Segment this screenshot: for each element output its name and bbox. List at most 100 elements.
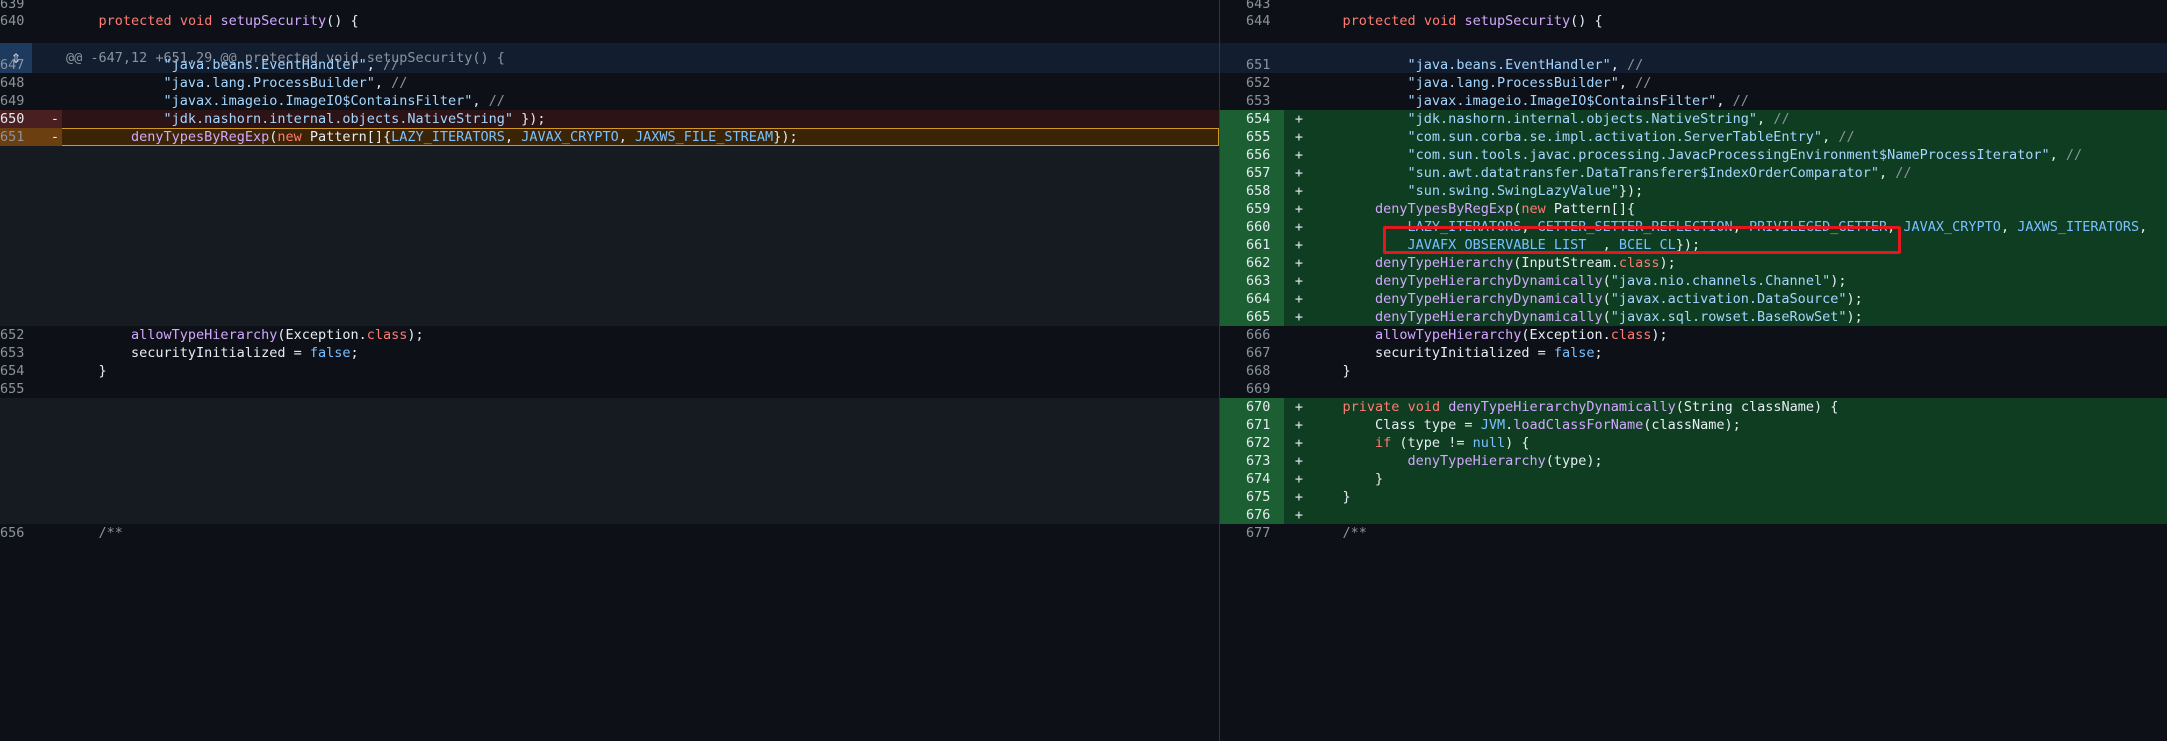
line-number[interactable]: 655 bbox=[0, 380, 60, 398]
line-number[interactable]: 647 bbox=[0, 56, 60, 74]
left-pane-line: 653 securityInitialized = false; bbox=[0, 344, 1219, 362]
diff-row: 676 + bbox=[0, 506, 2167, 524]
line-gutter bbox=[0, 218, 62, 236]
addition-marker: + bbox=[1294, 291, 1304, 307]
code-line: "java.lang.ProcessBuilder", // bbox=[1407, 75, 1652, 91]
addition-marker: + bbox=[1294, 165, 1304, 181]
left-pane-line: 651- denyTypesByRegExp(new Pattern[]{LAZ… bbox=[0, 128, 1219, 146]
line-number[interactable]: 677 bbox=[1246, 524, 1306, 542]
line-number[interactable]: 640 bbox=[0, 12, 60, 30]
line-number[interactable]: 651 bbox=[1246, 56, 1306, 74]
line-gutter bbox=[0, 146, 62, 164]
left-pane-line bbox=[0, 272, 1219, 290]
left-pane-line bbox=[0, 182, 1219, 200]
right-pane-line: 658 + "sun.swing.SwingLazyValue"}); bbox=[1220, 182, 2167, 200]
right-pane-line: 666 allowTypeHierarchy(Exception.class); bbox=[1220, 326, 2167, 344]
code-line: denyTypesByRegExp(new Pattern[]{LAZY_ITE… bbox=[131, 129, 798, 145]
addition-marker: + bbox=[1294, 453, 1304, 469]
code-line: } bbox=[66, 363, 107, 379]
line-gutter bbox=[0, 308, 62, 326]
diff-row: 656 /** 677 /** bbox=[0, 524, 2167, 542]
addition-marker: + bbox=[1294, 489, 1304, 505]
left-pane-line bbox=[0, 398, 1219, 416]
right-pane-line: 668 } bbox=[1220, 362, 2167, 380]
line-number[interactable]: 668 bbox=[1246, 362, 1306, 380]
addition-marker: + bbox=[1294, 309, 1304, 325]
right-pane-line: 667 securityInitialized = false; bbox=[1220, 344, 2167, 362]
left-pane-line bbox=[0, 290, 1219, 308]
code-line: "com.sun.corba.se.impl.activation.Server… bbox=[1407, 129, 1855, 145]
right-pane-line: 665 + denyTypeHierarchyDynamically("javax… bbox=[1220, 308, 2167, 326]
deletion-marker: - bbox=[50, 129, 60, 145]
line-number[interactable]: 653 bbox=[1246, 92, 1306, 110]
left-pane-line: 655 bbox=[0, 380, 1219, 398]
addition-marker: + bbox=[1294, 471, 1304, 487]
addition-marker: + bbox=[1294, 219, 1304, 235]
addition-marker: + bbox=[1294, 435, 1304, 451]
diff-row: 659 + denyTypesByRegExp(new Pattern[]{ bbox=[0, 200, 2167, 218]
line-gutter bbox=[0, 434, 62, 452]
line-number[interactable]: 652 bbox=[1246, 74, 1306, 92]
line-number[interactable]: 654 bbox=[0, 362, 60, 380]
code-line: "java.beans.EventHandler", // bbox=[1407, 57, 1644, 73]
code-line: securityInitialized = false; bbox=[1310, 345, 1603, 361]
diff-row: 655 669 bbox=[0, 380, 2167, 398]
right-pane-line: 670 + private void denyTypeHierarchyDynam… bbox=[1220, 398, 2167, 416]
line-gutter bbox=[0, 164, 62, 182]
left-pane-line bbox=[0, 506, 1219, 524]
left-pane-line bbox=[0, 200, 1219, 218]
line-gutter bbox=[0, 398, 62, 416]
pane-divider bbox=[1219, 0, 1220, 741]
left-pane-line bbox=[0, 164, 1219, 182]
diff-row: 662 + denyTypeHierarchy(InputStream.class… bbox=[0, 254, 2167, 272]
code-line: allowTypeHierarchy(Exception.class); bbox=[1375, 327, 1668, 343]
code-line: } bbox=[1310, 363, 1351, 379]
left-pane-line bbox=[0, 236, 1219, 254]
code-line: securityInitialized = false; bbox=[66, 345, 359, 361]
code-line: denyTypesByRegExp(new Pattern[]{ bbox=[1375, 201, 1636, 217]
diff-row: 673 + denyTypeHierarchy(type); bbox=[0, 452, 2167, 470]
code-line: denyTypeHierarchy(InputStream.class); bbox=[1375, 255, 1676, 271]
line-number[interactable]: 652 bbox=[0, 326, 60, 344]
right-pane-line: 644 protected void setupSecurity() { bbox=[1220, 12, 2167, 30]
addition-marker: + bbox=[1294, 147, 1304, 163]
line-number[interactable]: 656 bbox=[0, 524, 60, 542]
right-pane-line: 674 + } bbox=[1220, 470, 2167, 488]
right-pane-line: 671 + Class type = JVM.loadClassForName(c… bbox=[1220, 416, 2167, 434]
left-pane-line: 647 "java.beans.EventHandler", // bbox=[0, 56, 1219, 74]
diff-row: 658 + "sun.swing.SwingLazyValue"}); bbox=[0, 182, 2167, 200]
addition-marker: + bbox=[1294, 255, 1304, 271]
line-number[interactable]: 669 bbox=[1246, 380, 1306, 398]
left-pane-line: 640 protected void setupSecurity() { bbox=[0, 12, 1219, 30]
left-pane-line bbox=[0, 218, 1219, 236]
code-line: private void denyTypeHierarchyDynamicall… bbox=[1342, 399, 1839, 415]
right-pane-line: 673 + denyTypeHierarchy(type); bbox=[1220, 452, 2167, 470]
left-pane-line: 649 "javax.imageio.ImageIO$ContainsFilte… bbox=[0, 92, 1219, 110]
right-pane-line: 663 + denyTypeHierarchyDynamically("java.… bbox=[1220, 272, 2167, 290]
code-line: "jdk.nashorn.internal.objects.NativeStri… bbox=[163, 111, 546, 127]
right-pane-line: 669 bbox=[1220, 380, 2167, 398]
code-line: denyTypeHierarchyDynamically("javax.acti… bbox=[1375, 291, 1863, 307]
diff-row: 649 "javax.imageio.ImageIO$ContainsFilte… bbox=[0, 92, 2167, 110]
addition-marker: + bbox=[1294, 183, 1304, 199]
code-line: /** bbox=[98, 525, 123, 541]
code-line: Class type = JVM.loadClassForName(classN… bbox=[1310, 417, 1741, 433]
line-number[interactable]: 667 bbox=[1246, 344, 1306, 362]
code-line: "sun.swing.SwingLazyValue"}); bbox=[1407, 183, 1644, 199]
code-line: "javax.imageio.ImageIO$ContainsFilter", … bbox=[1407, 93, 1749, 109]
line-gutter bbox=[0, 290, 62, 308]
line-gutter bbox=[0, 254, 62, 272]
line-gutter bbox=[0, 182, 62, 200]
right-pane-line: 662 + denyTypeHierarchy(InputStream.class… bbox=[1220, 254, 2167, 272]
line-number[interactable]: 666 bbox=[1246, 326, 1306, 344]
line-number[interactable]: 653 bbox=[0, 344, 60, 362]
diff-row: 651- denyTypesByRegExp(new Pattern[]{LAZ… bbox=[0, 128, 2167, 146]
diff-row: 656 + "com.sun.tools.javac.processing.Jav… bbox=[0, 146, 2167, 164]
diff-row: 647 "java.beans.EventHandler", //651 "ja… bbox=[0, 56, 2167, 74]
line-number[interactable]: 644 bbox=[1246, 12, 1306, 30]
line-number[interactable]: 649 bbox=[0, 92, 60, 110]
right-pane-line: 651 "java.beans.EventHandler", // bbox=[1220, 56, 2167, 74]
line-number[interactable]: 648 bbox=[0, 74, 60, 92]
code-line: if (type != null) { bbox=[1375, 435, 1530, 451]
left-pane-line: 656 /** bbox=[0, 524, 1219, 542]
